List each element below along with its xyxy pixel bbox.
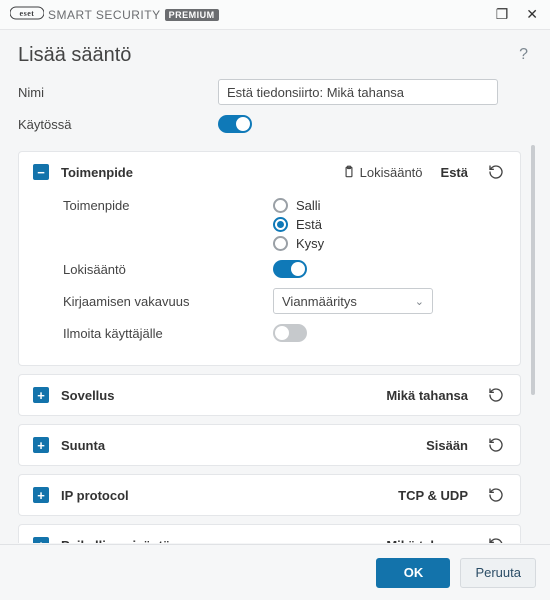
brand-eset: eset xyxy=(10,6,44,23)
panel-localhost-summary: Mikä tahansa xyxy=(386,538,468,544)
scrollbar[interactable] xyxy=(531,145,535,395)
expand-icon: + xyxy=(33,437,49,453)
collapse-icon: − xyxy=(33,164,49,180)
window-restore-button[interactable]: ❐ xyxy=(496,6,509,23)
radio-allow[interactable]: Salli xyxy=(273,198,324,213)
panel-action-summary-main: Estä xyxy=(441,165,468,180)
panel-protocol-summary: TCP & UDP xyxy=(398,488,468,503)
radio-ask-icon xyxy=(273,236,288,251)
panel-action: − Toimenpide Lokisääntö Estä Toimenpide xyxy=(18,151,521,366)
name-input[interactable] xyxy=(218,79,498,105)
titlebar: eset SMART SECURITY PREMIUM ❐ ✕ xyxy=(0,0,550,30)
window-controls: ❐ ✕ xyxy=(496,6,544,23)
help-icon[interactable]: ? xyxy=(519,46,528,64)
panel-direction-summary: Sisään xyxy=(426,438,468,453)
panel-action-header[interactable]: − Toimenpide Lokisääntö Estä xyxy=(19,152,520,192)
row-name: Nimi xyxy=(18,79,536,105)
panel-action-title: Toimenpide xyxy=(61,165,133,180)
clipboard-icon: Lokisääntö xyxy=(342,165,423,180)
panel-protocol: + IP protocol TCP & UDP xyxy=(18,474,521,516)
panel-application-summary: Mikä tahansa xyxy=(386,388,468,403)
panel-localhost: + Paikallinen isäntä Mikä tahansa xyxy=(18,524,521,543)
reset-icon[interactable] xyxy=(486,162,506,182)
logrule-toggle[interactable] xyxy=(273,260,307,278)
expand-icon: + xyxy=(33,537,49,543)
window-close-button[interactable]: ✕ xyxy=(526,6,538,23)
panel-localhost-title: Paikallinen isäntä xyxy=(61,538,170,544)
name-label: Nimi xyxy=(18,85,218,100)
severity-label: Kirjaamisen vakavuus xyxy=(63,294,273,309)
action-label: Toimenpide xyxy=(63,198,273,213)
enabled-label: Käytössä xyxy=(18,117,218,132)
severity-select[interactable]: Vianmääritys ⌄ xyxy=(273,288,433,314)
reset-icon[interactable] xyxy=(486,435,506,455)
svg-text:eset: eset xyxy=(20,9,35,18)
reset-icon[interactable] xyxy=(486,535,506,543)
cancel-button[interactable]: Peruuta xyxy=(460,558,536,588)
content-area: ? Lisää sääntö Nimi Käytössä − Toimenpid… xyxy=(0,30,550,544)
radio-ask[interactable]: Kysy xyxy=(273,236,324,251)
panel-application-header[interactable]: + Sovellus Mikä tahansa xyxy=(19,375,520,415)
reset-icon[interactable] xyxy=(486,485,506,505)
radio-ask-label: Kysy xyxy=(296,236,324,251)
severity-value: Vianmääritys xyxy=(282,294,357,309)
logrule-label: Lokisääntö xyxy=(63,262,273,277)
ok-button[interactable]: OK xyxy=(376,558,450,588)
notify-toggle[interactable] xyxy=(273,324,307,342)
radio-allow-label: Salli xyxy=(296,198,321,213)
notify-label: Ilmoita käyttäjälle xyxy=(63,326,273,341)
panel-action-body: Toimenpide Salli Estä Kysy xyxy=(19,192,520,365)
panel-protocol-header[interactable]: + IP protocol TCP & UDP xyxy=(19,475,520,515)
chevron-down-icon: ⌄ xyxy=(415,295,424,308)
panel-protocol-title: IP protocol xyxy=(61,488,129,503)
brand-product: SMART SECURITY xyxy=(48,8,161,22)
radio-allow-icon xyxy=(273,198,288,213)
row-enabled: Käytössä xyxy=(18,115,536,133)
panel-localhost-header[interactable]: + Paikallinen isäntä Mikä tahansa xyxy=(19,525,520,543)
radio-deny-icon xyxy=(273,217,288,232)
sections-scroll: − Toimenpide Lokisääntö Estä Toimenpide xyxy=(18,143,536,543)
panel-application: + Sovellus Mikä tahansa xyxy=(18,374,521,416)
enabled-toggle[interactable] xyxy=(218,115,252,133)
action-radio-group: Salli Estä Kysy xyxy=(273,198,324,251)
expand-icon: + xyxy=(33,487,49,503)
reset-icon[interactable] xyxy=(486,385,506,405)
radio-deny-label: Estä xyxy=(296,217,322,232)
page-title: Lisää sääntö xyxy=(18,44,536,67)
expand-icon: + xyxy=(33,387,49,403)
radio-deny[interactable]: Estä xyxy=(273,217,324,232)
brand-edition: PREMIUM xyxy=(165,9,219,21)
panel-application-title: Sovellus xyxy=(61,388,114,403)
panel-direction: + Suunta Sisään xyxy=(18,424,521,466)
brand: eset SMART SECURITY PREMIUM xyxy=(10,6,219,23)
panel-direction-title: Suunta xyxy=(61,438,105,453)
panel-direction-header[interactable]: + Suunta Sisään xyxy=(19,425,520,465)
footer: OK Peruuta xyxy=(0,544,550,600)
panel-action-summary-log: Lokisääntö xyxy=(360,165,423,180)
